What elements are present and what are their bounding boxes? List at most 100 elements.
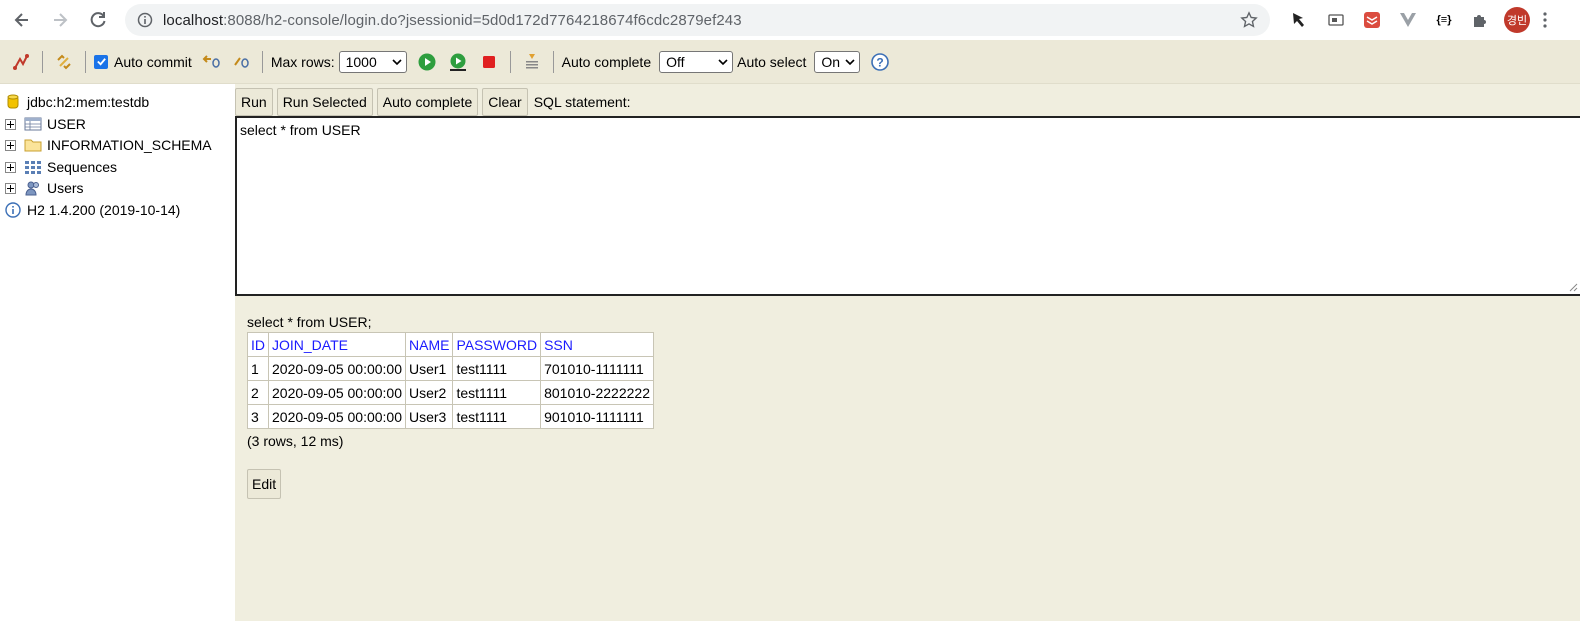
- folder-icon: [24, 137, 42, 153]
- auto-select-value: On: [821, 53, 841, 70]
- edit-button[interactable]: Edit: [247, 469, 282, 499]
- forward-arrow-icon: [54, 13, 68, 27]
- auto-select-select[interactable]: On: [814, 50, 861, 73]
- run-selected-button[interactable]: Run Selected: [276, 88, 373, 116]
- history-button[interactable]: [520, 50, 544, 74]
- extension-todoist[interactable]: [1354, 6, 1390, 34]
- expand-icon[interactable]: [5, 139, 16, 151]
- database-icon: [7, 94, 19, 110]
- run-button[interactable]: Run: [235, 88, 273, 116]
- url-host: localhost: [163, 11, 224, 29]
- toolbar-separator: [261, 50, 263, 73]
- version-label: H2 1.4.200 (2019-10-14): [27, 202, 181, 218]
- max-rows-value: 1000: [345, 53, 377, 70]
- expand-icon[interactable]: [5, 161, 16, 173]
- column-header[interactable]: JOIN_DATE: [268, 332, 406, 357]
- max-rows-label: Max rows:: [270, 53, 335, 70]
- tree-connection[interactable]: jdbc:h2:mem:testdb: [7, 92, 149, 112]
- table-cell: User3: [404, 404, 454, 429]
- reload-button[interactable]: [79, 1, 117, 39]
- puzzle-icon: [1474, 15, 1486, 27]
- extension-json[interactable]: {≡}: [1426, 6, 1462, 34]
- info-icon: [5, 202, 21, 218]
- profile-avatar[interactable]: 경빈: [1504, 7, 1530, 33]
- auto-commit-checkbox[interactable]: [94, 54, 108, 69]
- rollback-button[interactable]: [199, 50, 223, 74]
- bookmark-star-icon[interactable]: [1240, 11, 1258, 29]
- extension-reader[interactable]: [1318, 6, 1354, 34]
- url-path: :8088/h2-console/login.do?jsessionid=5d0…: [223, 11, 742, 29]
- auto-complete-label: Auto complete: [561, 53, 652, 70]
- checkmark-icon: [96, 58, 106, 66]
- address-bar[interactable]: localhost:8088/h2-console/login.do?jsess…: [125, 4, 1270, 36]
- cursor-extension-icon: [1293, 13, 1304, 27]
- extension-cursor[interactable]: [1282, 6, 1318, 34]
- url-text[interactable]: localhost:8088/h2-console/login.do?jsess…: [163, 12, 742, 29]
- column-header[interactable]: PASSWORD: [452, 332, 542, 357]
- users-icon: [24, 180, 42, 196]
- sql-statement-label: SQL statement:: [533, 94, 631, 110]
- chevron-down-icon: [845, 58, 855, 65]
- tree-item-user[interactable]: USER: [0, 114, 86, 134]
- table-cell: test1111: [452, 356, 542, 381]
- tree-item-label: USER: [47, 116, 86, 132]
- cancel-button[interactable]: [477, 50, 501, 74]
- reload-icon: [90, 12, 106, 28]
- tree-item-information-schema[interactable]: INFORMATION_SCHEMA: [0, 135, 212, 155]
- help-icon: ?: [871, 52, 890, 71]
- version-info: H2 1.4.200 (2019-10-14): [5, 200, 180, 220]
- back-arrow-icon: [14, 13, 28, 27]
- schema-tree: jdbc:h2:mem:testdb USER INFORMATION_SCHE…: [0, 84, 235, 621]
- auto-complete-select[interactable]: Off: [659, 50, 734, 73]
- toolbar-separator: [42, 50, 43, 73]
- table-cell: 1: [247, 356, 269, 381]
- tree-item-label: Users: [47, 180, 84, 196]
- forward-button[interactable]: [41, 1, 79, 39]
- auto-commit-label: Auto commit: [114, 53, 192, 70]
- chevron-down-icon: [392, 58, 402, 65]
- table-cell: 2020-09-05 00:00:00: [268, 380, 406, 405]
- column-header[interactable]: NAME: [404, 332, 454, 357]
- chevron-down-icon: [718, 58, 728, 65]
- auto-complete-button[interactable]: Auto complete: [376, 88, 479, 116]
- table-cell: 2020-09-05 00:00:00: [268, 356, 406, 381]
- table-row: 1 2020-09-05 00:00:00 User1 test1111 701…: [247, 356, 654, 381]
- todoist-extension-icon: [1364, 12, 1380, 28]
- toolbar-separator: [552, 50, 554, 73]
- disconnect-icon: [13, 53, 29, 70]
- toolbar-separator: [509, 50, 511, 73]
- refresh-button[interactable]: [52, 50, 76, 74]
- disconnect-button[interactable]: [9, 50, 33, 74]
- commit-button[interactable]: [229, 50, 253, 74]
- browser-menu-button[interactable]: [1530, 6, 1560, 34]
- help-button[interactable]: ?: [868, 50, 892, 74]
- run-selected-icon-button[interactable]: [446, 50, 470, 74]
- expand-icon[interactable]: [5, 118, 16, 130]
- table-cell: 3: [247, 404, 269, 429]
- expand-icon[interactable]: [5, 182, 16, 194]
- tree-item-users[interactable]: Users: [0, 178, 84, 198]
- table-cell: 801010-2222222: [540, 380, 654, 405]
- run-button-icon[interactable]: [415, 50, 439, 74]
- commit-icon: [233, 56, 249, 68]
- extension-vue[interactable]: [1390, 6, 1426, 34]
- executed-statement: select * from USER;: [247, 314, 372, 330]
- column-header[interactable]: ID: [247, 332, 269, 357]
- resize-handle-icon[interactable]: [1569, 283, 1578, 292]
- extensions-menu[interactable]: [1462, 6, 1498, 34]
- tree-item-sequences[interactable]: Sequences: [0, 157, 117, 177]
- tree-item-label: INFORMATION_SCHEMA: [47, 137, 212, 153]
- max-rows-select[interactable]: 1000: [338, 50, 407, 73]
- clear-button[interactable]: Clear: [482, 88, 528, 116]
- result-summary: (3 rows, 12 ms): [247, 433, 344, 449]
- back-button[interactable]: [3, 1, 41, 39]
- tree-item-label: Sequences: [47, 159, 118, 175]
- sql-editor[interactable]: select * from USER: [235, 116, 1580, 296]
- column-header[interactable]: SSN: [540, 332, 654, 357]
- table-cell: test1111: [452, 404, 542, 429]
- auto-complete-value: Off: [666, 53, 685, 70]
- connection-label: jdbc:h2:mem:testdb: [27, 94, 150, 110]
- site-info-icon[interactable]: [137, 12, 153, 28]
- table-cell: User2: [404, 380, 454, 405]
- h2-toolbar: Auto commit Max rows: 1000 Auto complete…: [0, 40, 1580, 84]
